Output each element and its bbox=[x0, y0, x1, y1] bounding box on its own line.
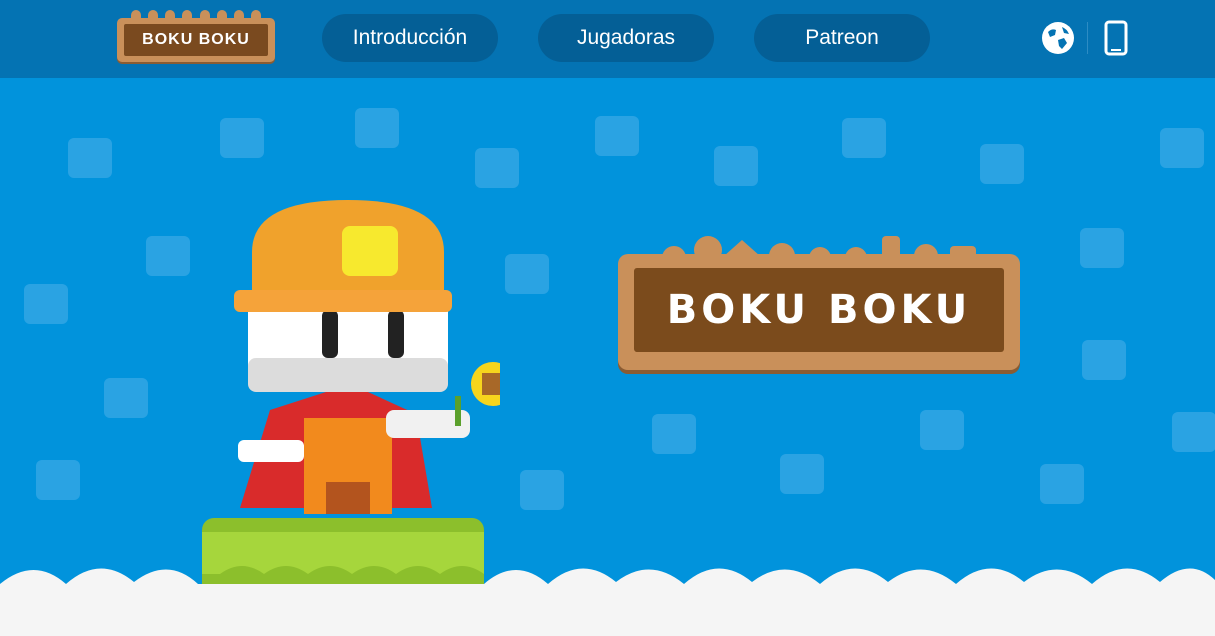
shell-icon bbox=[1160, 128, 1204, 168]
boku-boku-logo[interactable]: BOKU BOKU bbox=[117, 10, 275, 62]
nav-patreon[interactable]: Patreon bbox=[754, 14, 930, 62]
miner-character bbox=[202, 200, 500, 616]
ghost-icon bbox=[920, 410, 964, 450]
logo-text: BOKU BOKU bbox=[142, 31, 250, 48]
robot-icon bbox=[68, 138, 112, 178]
teddy-bear-icon bbox=[475, 148, 519, 188]
rabbit-icon bbox=[505, 254, 549, 294]
background-icon-pattern bbox=[0, 78, 1215, 636]
crab-icon bbox=[1172, 412, 1215, 452]
mask-icon bbox=[980, 144, 1024, 184]
header-divider bbox=[1087, 22, 1088, 54]
bird-icon bbox=[355, 108, 399, 148]
rocking-horse-icon bbox=[780, 454, 824, 494]
cat-icon bbox=[220, 118, 264, 158]
clover-icon bbox=[1080, 228, 1124, 268]
cake-icon bbox=[652, 414, 696, 454]
cloud-footer bbox=[0, 568, 1215, 636]
hero-logo-text: BOKU BOKU bbox=[666, 287, 972, 333]
bicycle-icon bbox=[520, 470, 564, 510]
lamp-icon bbox=[24, 284, 68, 324]
mobile-phone-icon[interactable] bbox=[1099, 20, 1135, 56]
clock-icon bbox=[714, 146, 758, 186]
egg-icon bbox=[595, 116, 639, 156]
nav-introduccion[interactable]: Introducción bbox=[322, 14, 498, 62]
nav-jugadoras[interactable]: Jugadoras bbox=[538, 14, 714, 62]
globe-icon[interactable] bbox=[1040, 20, 1076, 56]
fish-icon bbox=[1082, 340, 1126, 380]
duck-icon bbox=[842, 118, 886, 158]
dog-icon bbox=[104, 378, 148, 418]
boku-boku-hero-logo: BOKU BOKU bbox=[618, 232, 1020, 372]
umbrella-icon bbox=[1040, 464, 1084, 504]
house-icon bbox=[36, 460, 80, 500]
top-navigation-bar: BOKU BOKU Introducción Jugadoras Patreon bbox=[0, 0, 1215, 78]
flower-icon bbox=[146, 236, 190, 276]
